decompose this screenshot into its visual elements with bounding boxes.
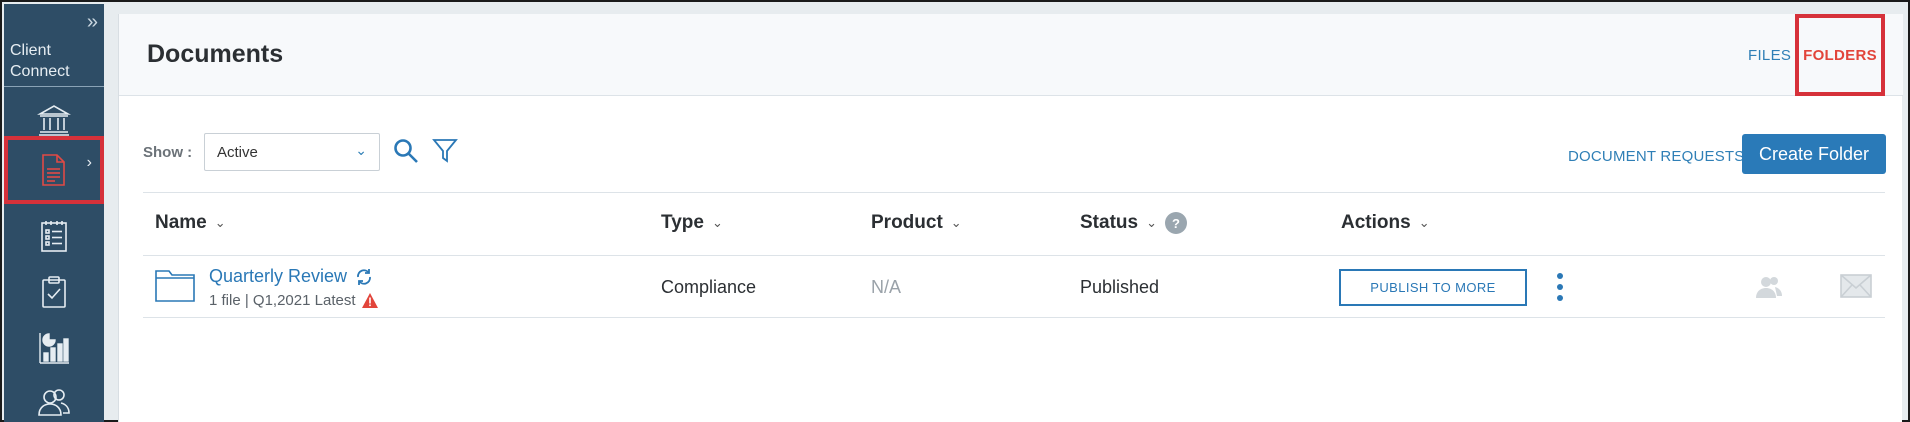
- folder-meta: 1 file | Q1,2021 Latest: [209, 292, 378, 309]
- sidebar: » Client Connect ›: [4, 4, 104, 422]
- clipboard-check-icon: [42, 276, 66, 308]
- sidebar-item-checklist[interactable]: [4, 208, 104, 264]
- checklist-icon: [41, 221, 67, 252]
- tab-folders[interactable]: FOLDERS: [1795, 14, 1885, 96]
- sync-icon: [357, 268, 371, 285]
- bar-chart-icon: [39, 333, 69, 364]
- chevron-right-icon: ›: [86, 154, 92, 171]
- page-header: Documents FILES FOLDERS: [119, 14, 1903, 96]
- folder-name-link[interactable]: Quarterly Review: [209, 266, 373, 287]
- sort-chevron-icon: ⌄: [1146, 215, 1157, 230]
- mail-icon[interactable]: [1840, 274, 1872, 298]
- chevron-down-icon: ⌄: [355, 142, 367, 158]
- filter-icon[interactable]: [432, 137, 458, 163]
- help-icon[interactable]: ?: [1164, 212, 1187, 234]
- search-icon[interactable]: [393, 138, 419, 164]
- show-filter-value: Active: [217, 144, 258, 161]
- column-type[interactable]: Type ⌄: [661, 212, 723, 234]
- document-requests-link[interactable]: DOCUMENT REQUESTS: [1568, 148, 1744, 165]
- column-name[interactable]: Name ⌄: [155, 212, 226, 234]
- sort-chevron-icon: ⌄: [214, 215, 226, 230]
- publish-to-more-button[interactable]: PUBLISH TO MORE: [1339, 269, 1527, 306]
- divider: [4, 86, 104, 87]
- column-status[interactable]: Status ⌄ ?: [1080, 212, 1187, 234]
- page-title: Documents: [147, 40, 284, 68]
- show-filter-select[interactable]: Active ⌄: [204, 133, 380, 171]
- expand-sidebar-icon[interactable]: »: [87, 12, 98, 32]
- sidebar-item-reports[interactable]: [4, 320, 104, 376]
- bank-icon: [37, 105, 71, 136]
- app-frame: » Client Connect › Documents FILES FOLDE…: [0, 0, 1910, 422]
- row-type: Compliance: [661, 277, 757, 297]
- sidebar-item-clients[interactable]: [4, 374, 104, 422]
- create-folder-button[interactable]: Create Folder: [1742, 134, 1886, 174]
- row-status: Published: [1080, 277, 1160, 297]
- users-icon: [38, 389, 70, 416]
- tab-files[interactable]: FILES: [1748, 47, 1791, 64]
- warning-icon: [361, 293, 378, 308]
- show-label: Show :: [143, 144, 193, 161]
- sort-chevron-icon: ⌄: [950, 215, 962, 230]
- row-product: N/A: [871, 277, 902, 297]
- table-header: Name ⌄ Type ⌄ Product ⌄ Status ⌄ ? Actio…: [143, 192, 1885, 256]
- sidebar-item-documents[interactable]: ›: [4, 136, 104, 204]
- more-options-icon[interactable]: [1555, 272, 1565, 302]
- sort-chevron-icon: ⌄: [711, 215, 723, 230]
- toolbar: Show : Active ⌄ DOCUMENT REQUESTS Create…: [119, 96, 1903, 192]
- column-actions[interactable]: Actions ⌄: [1341, 212, 1430, 234]
- folder-icon: [155, 270, 195, 302]
- main-panel: Documents FILES FOLDERS Show : Active ⌄ …: [118, 14, 1903, 422]
- table-row: Quarterly Review 1 file | Q1,2021 Latest…: [143, 256, 1885, 318]
- document-icon: [42, 154, 65, 186]
- brand-name: Client Connect: [10, 42, 70, 80]
- sidebar-item-tasks[interactable]: [4, 264, 104, 320]
- sort-chevron-icon: ⌄: [1418, 215, 1430, 230]
- share-users-icon[interactable]: [1755, 275, 1783, 299]
- column-product[interactable]: Product ⌄: [871, 212, 962, 234]
